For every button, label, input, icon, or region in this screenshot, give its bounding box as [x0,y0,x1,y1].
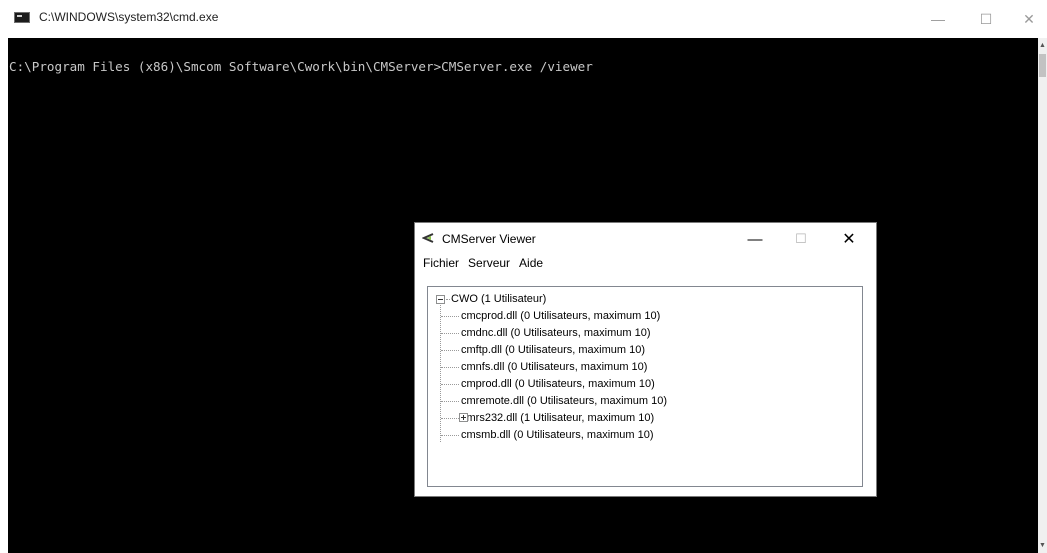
tree-connector [441,400,459,402]
viewer-maximize-button: ☐ [780,225,822,253]
tree-item-label: cmsmb.dll (0 Utilisateurs, maximum 10) [461,429,654,441]
tree-item-label: cmcprod.dll (0 Utilisateurs, maximum 10) [461,310,661,322]
minimize-icon: — [747,230,763,248]
tree-root-label: CWO (1 Utilisateur) [451,293,547,305]
menu-serveur[interactable]: Serveur [468,256,510,274]
close-icon: ✕ [842,231,856,248]
scroll-down-arrow-icon[interactable]: ▼ [1038,542,1047,550]
tree-connector [446,298,450,300]
minimize-button[interactable]: — [915,0,961,38]
tree-connector [441,417,459,419]
console-scrollbar[interactable]: ▲ ▼ [1038,38,1047,553]
close-button[interactable]: ✕ [1006,0,1047,38]
server-tree-view[interactable]: CWO (1 Utilisateur) cmcprod.dll (0 Utili… [427,286,863,487]
viewer-close-button[interactable]: ✕ [828,225,870,253]
menu-fichier[interactable]: Fichier [423,256,459,274]
tree-connector [441,349,459,351]
tree-connector [441,366,459,368]
maximize-button[interactable]: ☐ [963,0,1009,38]
viewer-titlebar[interactable]: CMServer Viewer — ☐ ✕ [415,223,876,253]
viewer-minimize-button[interactable]: — [734,225,776,253]
cmd-titlebar[interactable]: C:\WINDOWS\system32\cmd.exe — ☐ ✕ [0,0,1047,38]
maximize-icon: ☐ [795,231,807,246]
console-icon [14,12,30,23]
tree-item-cmprod[interactable]: cmprod.dll (0 Utilisateurs, maximum 10) [441,377,655,391]
cmd-window-title: C:\WINDOWS\system32\cmd.exe [39,10,219,24]
viewer-window-title: CMServer Viewer [442,232,536,246]
console-command-line: C:\Program Files (x86)\Smcom Software\Cw… [9,59,593,74]
tree-item-cmnfs[interactable]: cmnfs.dll (0 Utilisateurs, maximum 10) [441,360,647,374]
tree-item-label: cmftp.dll (0 Utilisateurs, maximum 10) [461,344,645,356]
tree-connector [441,434,459,436]
menu-aide[interactable]: Aide [519,256,543,274]
tree-connector [441,332,459,334]
tree-item-label: cmnfs.dll (0 Utilisateurs, maximum 10) [461,361,648,373]
minimize-icon: — [931,11,945,27]
close-icon: ✕ [1023,10,1035,27]
tree-item-label: cmprod.dll (0 Utilisateurs, maximum 10) [461,378,655,390]
tree-item-label: cmremote.dll (0 Utilisateurs, maximum 10… [461,395,667,407]
tree-root-node[interactable]: CWO (1 Utilisateur) [436,292,546,306]
tree-connector [441,383,459,385]
tree-connector [441,315,459,317]
tree-item-cmdnc[interactable]: cmdnc.dll (0 Utilisateurs, maximum 10) [441,326,651,340]
viewer-menubar: Fichier Serveur Aide [423,256,543,274]
tree-item-cmftp[interactable]: cmftp.dll (0 Utilisateurs, maximum 10) [441,343,645,357]
scrollbar-thumb[interactable] [1039,54,1046,77]
tree-item-cmrs232[interactable]: cmrs232.dll (1 Utilisateur, maximum 10) [441,411,654,425]
tree-item-cmcprod[interactable]: cmcprod.dll (0 Utilisateurs, maximum 10) [441,309,660,323]
tree-item-label: cmdnc.dll (0 Utilisateurs, maximum 10) [461,327,651,339]
cmserver-viewer-window: CMServer Viewer — ☐ ✕ Fichier Serveur Ai… [414,222,877,497]
tree-item-cmsmb[interactable]: cmsmb.dll (0 Utilisateurs, maximum 10) [441,428,654,442]
maximize-icon: ☐ [979,10,993,27]
tree-item-label: cmrs232.dll (1 Utilisateur, maximum 10) [461,412,655,424]
scroll-up-arrow-icon[interactable]: ▲ [1038,42,1047,50]
expand-icon[interactable] [459,413,468,422]
cmserver-app-icon [422,233,434,243]
collapse-icon[interactable] [436,294,445,304]
tree-item-cmremote[interactable]: cmremote.dll (0 Utilisateurs, maximum 10… [441,394,667,408]
